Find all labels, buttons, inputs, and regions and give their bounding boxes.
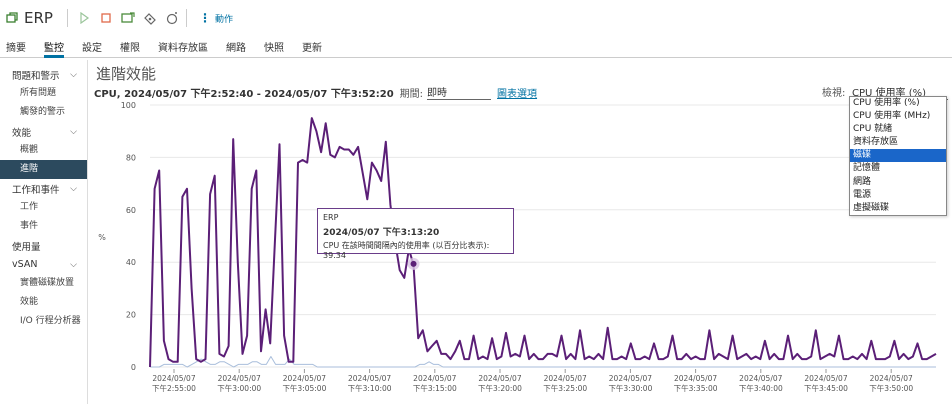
x-tick-date: 2024/05/07 bbox=[544, 374, 587, 383]
y-tick-label: 40 bbox=[126, 258, 136, 267]
x-tick-date: 2024/05/07 bbox=[283, 374, 326, 383]
x-tick-time: 下午3:40:00 bbox=[739, 383, 783, 393]
y-axis-label: % bbox=[98, 233, 106, 242]
x-tick-time: 下午3:15:00 bbox=[413, 383, 457, 393]
migrate-icon[interactable] bbox=[142, 10, 158, 26]
chevron-down-icon: ⌵ bbox=[70, 69, 77, 80]
x-tick-time: 下午2:55:00 bbox=[152, 383, 196, 393]
top-bar: ERP ⋮ 動作 bbox=[0, 0, 952, 36]
sidebar-item-advanced[interactable]: 進階 bbox=[0, 160, 87, 179]
sidebar-group-issues[interactable]: 問題和警示 ⌵ bbox=[0, 65, 87, 84]
power-off-icon[interactable] bbox=[98, 10, 114, 26]
console-icon[interactable] bbox=[120, 10, 136, 26]
x-tick-time: 下午3:25:00 bbox=[543, 383, 587, 393]
x-tick-date: 2024/05/07 bbox=[478, 374, 521, 383]
y-tick-label: 100 bbox=[121, 101, 136, 110]
dropdown-option[interactable]: 電源 bbox=[850, 189, 946, 202]
chart-tooltip: ERP 2024/05/07 下午3:13:20 CPU 在該時間間隔內的使用率… bbox=[317, 208, 514, 260]
x-tick-time: 下午3:05:00 bbox=[282, 383, 326, 393]
sidebar-item-physical-disk-placement[interactable]: 實體磁碟放置 bbox=[0, 274, 87, 293]
x-tick-time: 下午3:00:00 bbox=[217, 383, 261, 393]
x-tick-time: 下午3:35:00 bbox=[674, 383, 718, 393]
dropdown-option[interactable]: CPU 就緒 bbox=[850, 123, 946, 136]
x-tick-time: 下午3:10:00 bbox=[348, 383, 392, 393]
sidebar-group-label: 問題和警示 bbox=[12, 70, 60, 82]
x-tick-time: 下午3:20:00 bbox=[478, 383, 522, 393]
more-actions-icon: ⋮ bbox=[198, 11, 211, 25]
tooltip-vm-name: ERP bbox=[323, 213, 339, 222]
power-on-icon[interactable] bbox=[76, 10, 92, 26]
toolbar-divider bbox=[66, 9, 68, 27]
dropdown-option[interactable]: 磁碟 bbox=[850, 149, 946, 163]
toolbar-divider bbox=[185, 9, 187, 27]
dropdown-option[interactable]: 網路 bbox=[850, 176, 946, 189]
x-tick-date: 2024/05/07 bbox=[870, 374, 913, 383]
tab-datastores[interactable]: 資料存放區 bbox=[158, 36, 208, 58]
tab-networks[interactable]: 網路 bbox=[226, 36, 246, 58]
chevron-down-icon: ⌵ bbox=[70, 259, 77, 270]
tab-configure[interactable]: 設定 bbox=[82, 36, 102, 58]
tab-updates[interactable]: 更新 bbox=[302, 36, 322, 58]
sidebar-group-label: 使用量 bbox=[12, 241, 41, 253]
x-tick-date: 2024/05/07 bbox=[348, 374, 391, 383]
sidebar-group-label: 工作和事件 bbox=[12, 184, 60, 196]
cpu-usage-chart: 020406080100%2024/05/07下午2:55:002024/05/… bbox=[98, 101, 937, 393]
sidebar-item-io-trip-analyzer[interactable]: I/O 行程分析器 bbox=[0, 312, 87, 331]
sidebar-group-tasks-events[interactable]: 工作和事件 ⌵ bbox=[0, 179, 87, 198]
vm-title: ERP bbox=[24, 9, 53, 27]
view-dropdown-list[interactable]: CPU 使用率 (%) CPU 使用率 (MHz) CPU 就緒 資料存放區 磁碟 記憶體… bbox=[849, 96, 947, 216]
dropdown-option[interactable]: CPU 使用率 (%) bbox=[850, 97, 946, 110]
x-tick-date: 2024/05/07 bbox=[413, 374, 456, 383]
sidebar-group-label: 效能 bbox=[12, 127, 32, 139]
cpu-usage-series-line bbox=[149, 117, 937, 368]
chevron-down-icon: ⌵ bbox=[70, 126, 77, 137]
x-tick-time: 下午3:30:00 bbox=[608, 383, 652, 393]
tab-monitor[interactable]: 監控 bbox=[44, 36, 64, 58]
x-tick-time: 下午3:45:00 bbox=[804, 383, 848, 393]
tab-permissions[interactable]: 權限 bbox=[120, 36, 140, 58]
dropdown-option[interactable]: 記憶體 bbox=[850, 162, 946, 175]
tab-bar: 摘要 監控 設定 權限 資料存放區 網路 快照 更新 bbox=[0, 36, 952, 58]
sidebar-item-triggered-alarms[interactable]: 觸發的警示 bbox=[0, 103, 87, 122]
y-tick-label: 60 bbox=[126, 206, 136, 215]
monitor-sidebar: 問題和警示 ⌵ 所有問題 觸發的警示 效能 ⌵ 概觀 進階 工作和事件 ⌵ 工作… bbox=[0, 60, 88, 404]
tab-summary[interactable]: 摘要 bbox=[6, 36, 26, 58]
actions-label: 動作 bbox=[214, 14, 233, 25]
x-tick-date: 2024/05/07 bbox=[152, 374, 195, 383]
chevron-down-icon: ⌵ bbox=[70, 183, 77, 194]
tab-snapshots[interactable]: 快照 bbox=[264, 36, 284, 58]
x-tick-date: 2024/05/07 bbox=[739, 374, 782, 383]
highlight-point[interactable] bbox=[410, 260, 417, 267]
x-tick-date: 2024/05/07 bbox=[674, 374, 717, 383]
tooltip-value: CPU 在該時間間隔內的使用率 (以百分比表示): 39.34 bbox=[323, 241, 490, 260]
sidebar-item-vsan-performance[interactable]: 效能 bbox=[0, 293, 87, 312]
sidebar-group-label: vSAN bbox=[12, 259, 38, 270]
x-tick-time: 下午3:50:00 bbox=[869, 383, 913, 393]
tooltip-time: 2024/05/07 下午3:13:20 bbox=[323, 228, 440, 238]
sidebar-item-all-issues[interactable]: 所有問題 bbox=[0, 84, 87, 103]
actions-menu[interactable]: ⋮ 動作 bbox=[199, 11, 233, 25]
sidebar-group-performance[interactable]: 效能 ⌵ bbox=[0, 122, 87, 141]
sidebar-item-tasks[interactable]: 工作 bbox=[0, 198, 87, 217]
y-tick-label: 20 bbox=[126, 311, 136, 320]
x-tick-date: 2024/05/07 bbox=[804, 374, 847, 383]
y-tick-label: 0 bbox=[131, 363, 136, 372]
dropdown-option[interactable]: 資料存放區 bbox=[850, 136, 946, 149]
sidebar-item-events[interactable]: 事件 bbox=[0, 217, 87, 236]
sidebar-group-vsan[interactable]: vSAN ⌵ bbox=[0, 255, 87, 274]
sidebar-item-overview[interactable]: 概觀 bbox=[0, 141, 87, 160]
sidebar-item-utilization[interactable]: 使用量 bbox=[0, 236, 87, 255]
y-tick-label: 80 bbox=[126, 153, 136, 162]
vm-icon bbox=[6, 12, 18, 24]
x-tick-date: 2024/05/07 bbox=[218, 374, 261, 383]
snapshot-icon[interactable] bbox=[164, 10, 180, 26]
dropdown-option[interactable]: CPU 使用率 (MHz) bbox=[850, 110, 946, 123]
dropdown-option[interactable]: 虛擬磁碟 bbox=[850, 202, 946, 215]
x-tick-date: 2024/05/07 bbox=[609, 374, 652, 383]
main-content: 進階效能 CPU, 2024/05/07 下午2:52:40 - 2024/05… bbox=[88, 60, 952, 404]
